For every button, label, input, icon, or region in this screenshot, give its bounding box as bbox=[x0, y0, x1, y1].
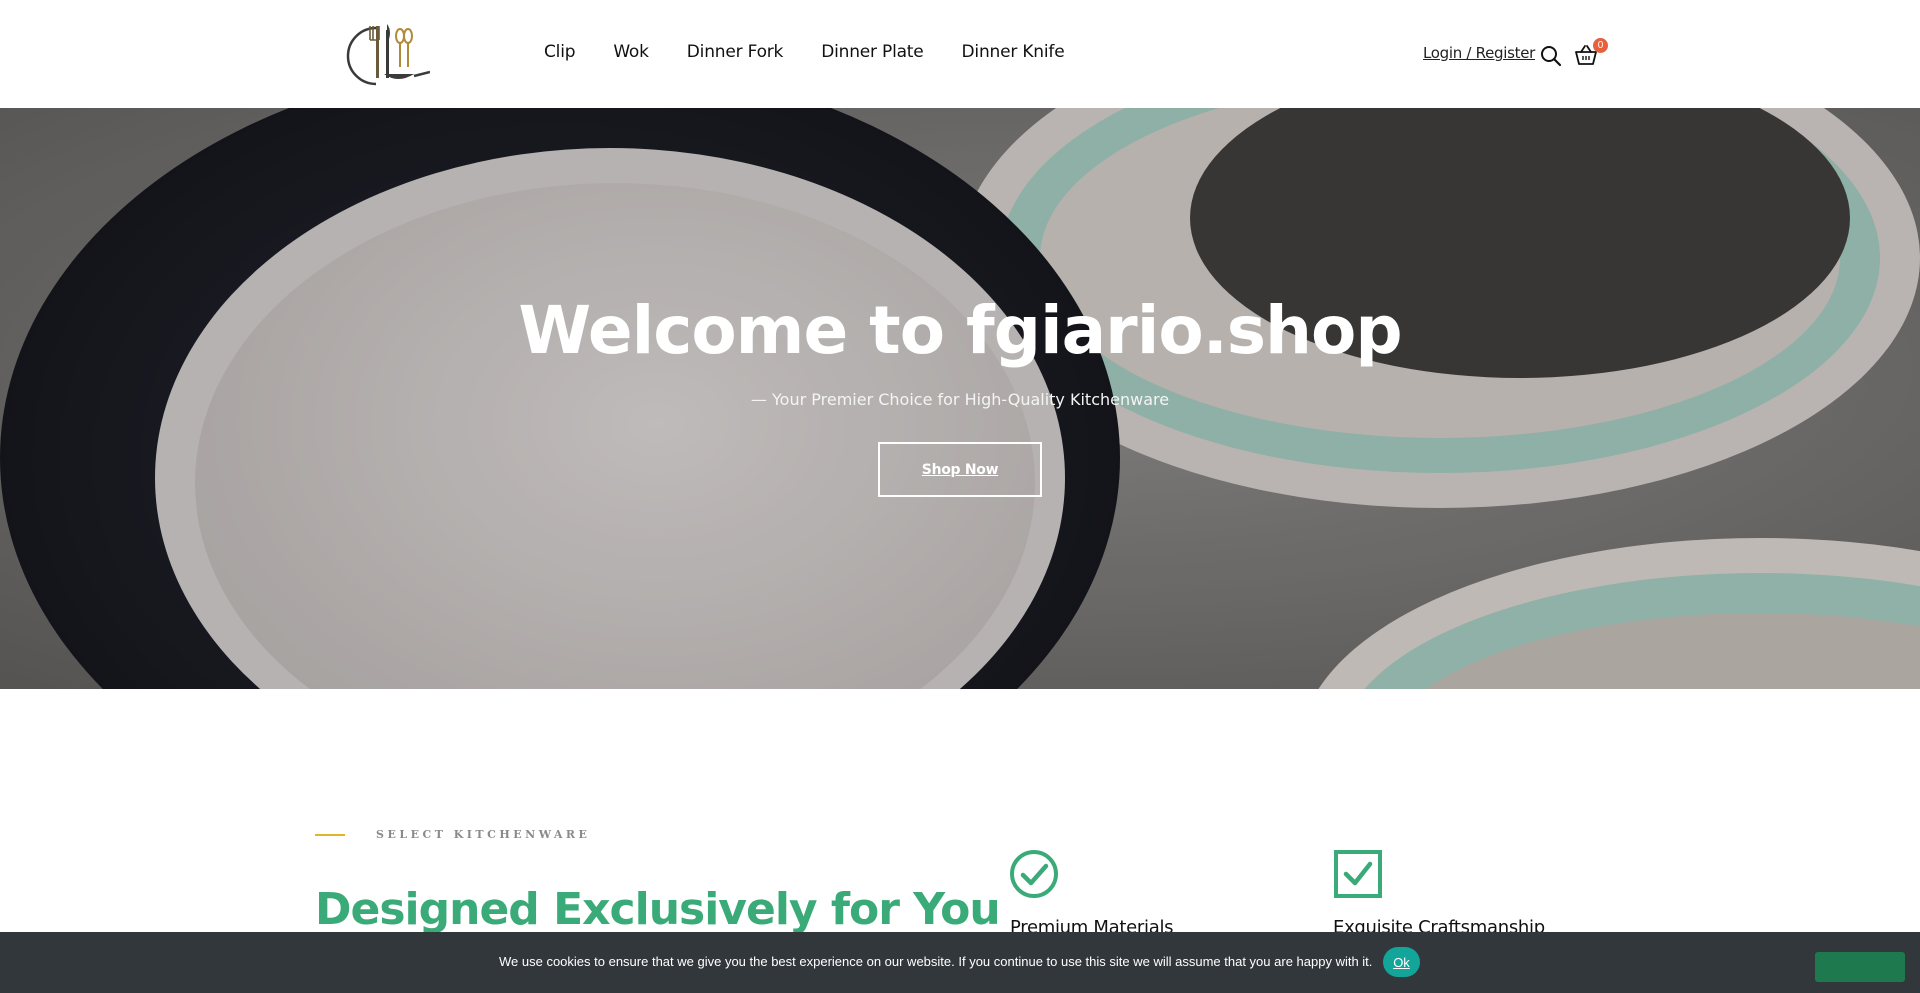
hero-subtitle: — Your Premier Choice for High-Quality K… bbox=[750, 390, 1170, 409]
main-nav: Clip Wok Dinner Fork Dinner Plate Dinner… bbox=[544, 42, 1065, 62]
cookie-ok-button[interactable]: Ok bbox=[1383, 947, 1420, 977]
nav-item-dinner-fork[interactable]: Dinner Fork bbox=[687, 42, 784, 62]
nav-item-wok[interactable]: Wok bbox=[613, 42, 649, 62]
shop-now-button[interactable]: Shop Now bbox=[878, 442, 1042, 497]
cutlery-logo-icon[interactable] bbox=[346, 18, 431, 90]
section-eyebrow: SELECT KITCHENWARE bbox=[376, 828, 591, 841]
hero-title: Welcome to fgiario.shop bbox=[518, 292, 1402, 369]
nav-item-clip[interactable]: Clip bbox=[544, 42, 576, 62]
check-square-icon bbox=[1333, 849, 1383, 899]
eyebrow-divider bbox=[315, 834, 345, 836]
section-title: Designed Exclusively for You bbox=[315, 884, 1001, 935]
nav-item-dinner-plate[interactable]: Dinner Plate bbox=[821, 42, 924, 62]
search-icon[interactable] bbox=[1540, 45, 1562, 67]
hero-banner: Welcome to fgiario.shop — Your Premier C… bbox=[0, 108, 1920, 689]
nav-item-dinner-knife[interactable]: Dinner Knife bbox=[962, 42, 1065, 62]
cookie-notice: We use cookies to ensure that we give yo… bbox=[0, 932, 1920, 993]
floating-widget-button[interactable] bbox=[1815, 952, 1905, 982]
cookie-message: We use cookies to ensure that we give yo… bbox=[499, 954, 1373, 969]
site-header: Clip Wok Dinner Fork Dinner Plate Dinner… bbox=[0, 0, 1920, 108]
cart-count-badge: 0 bbox=[1593, 38, 1608, 53]
check-circle-icon bbox=[1009, 849, 1059, 899]
login-register-link[interactable]: Login / Register bbox=[1423, 44, 1535, 62]
